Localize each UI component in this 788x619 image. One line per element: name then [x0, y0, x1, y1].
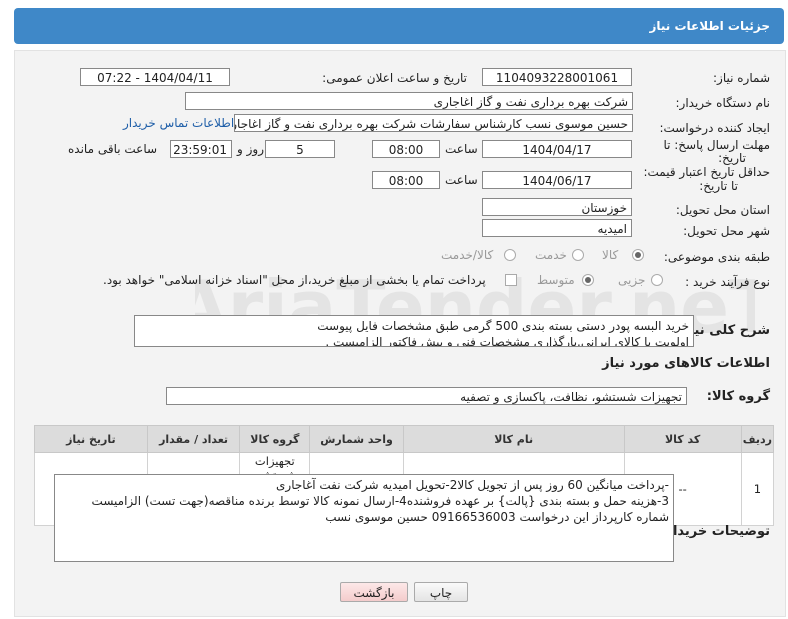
city-field[interactable]: امیدیه [482, 219, 632, 237]
column-header: گروه کالا [239, 425, 311, 453]
row-number-cell: 1 [740, 452, 775, 526]
goods-info-title: اطلاعات کالاهای مورد نیاز [602, 356, 770, 371]
province-field[interactable]: خوزستان [482, 198, 632, 216]
treasury-payment-note: پرداخت تمام یا بخشی از مبلغ خرید،از محل … [103, 273, 486, 287]
column-header: تعداد / مقدار [146, 425, 241, 453]
column-header: نام کالا [402, 425, 625, 453]
category-label: طبقه بندی موضوعی: [663, 250, 770, 264]
remaining-days-field[interactable]: 5 [265, 140, 335, 158]
page-header: جزئیات اطلاعات نیاز [14, 8, 784, 44]
process-minor-radio[interactable] [651, 274, 663, 286]
category-goods-label: کالا [602, 248, 619, 262]
category-goods-service-radio[interactable] [504, 249, 516, 261]
column-header: واحد شمارش [309, 425, 404, 453]
print-button[interactable]: چاپ [414, 582, 468, 602]
creator-field[interactable]: حسین موسوی نسب کارشناس سفارشات شرکت بهره… [234, 114, 633, 132]
announce-datetime-field[interactable]: 1404/04/11 - 07:22 [80, 68, 230, 86]
reply-time-label: ساعت [445, 142, 478, 156]
column-header: ردیف [740, 425, 775, 453]
city-label: شهر محل تحویل: [683, 224, 770, 238]
need-details-page: جزئیات اطلاعات نیاز AriaTender.neT شماره… [0, 0, 788, 619]
creator-label: ایجاد کننده درخواست: [659, 121, 770, 135]
reply-deadline-label: مهلت ارسال پاسخ: تا [663, 138, 770, 152]
table-header-row: ردیف کد کالا نام کالا واحد شمارش گروه کا… [34, 425, 775, 453]
page-title: جزئیات اطلاعات نیاز [649, 19, 770, 33]
need-number-field[interactable]: 1104093228001061 [482, 68, 632, 86]
category-goods-service-label: کالا/خدمت [441, 248, 494, 262]
buyer-notes-textarea[interactable]: -پرداخت میانگین 60 روز پس از تجویل کالا2… [54, 474, 674, 562]
buyer-org-field[interactable]: شرکت بهره برداری نفت و گاز اغاجاری [185, 92, 633, 110]
process-minor-label: جزیی [618, 273, 646, 287]
reply-deadline-label-2: تاریخ: [718, 151, 746, 165]
price-validity-label: حداقل تاریخ اعتبار قیمت: [643, 165, 770, 179]
validity-date-field[interactable]: 1404/06/17 [482, 171, 632, 189]
buyer-org-label: نام دستگاه خریدار: [675, 96, 771, 110]
buyer-notes-line: -پرداخت میانگین 60 روز پس از تجویل کالا2… [276, 478, 669, 492]
remaining-time-field[interactable]: 23:59:01 [170, 140, 232, 158]
description-line: اولویت با کالای ایرانی.بارگذاری مشخصات ف… [325, 335, 689, 347]
price-validity-label-2: تا تاریخ: [699, 179, 738, 193]
validity-time-label: ساعت [445, 173, 478, 187]
days-label: روز و [237, 142, 264, 156]
category-goods-radio[interactable] [632, 249, 644, 261]
column-header: تاریخ نیاز [34, 425, 148, 453]
reply-time-field[interactable]: 08:00 [372, 140, 440, 158]
category-service-radio[interactable] [572, 249, 584, 261]
back-button[interactable]: بازگشت [340, 582, 408, 602]
buyer-notes-line: 3-هزینه حمل و بسته بندی {پالت} بر عهده ف… [91, 494, 669, 508]
process-label: نوع فرآیند خرید : [685, 275, 770, 289]
description-line: خرید البسه پودر دستی بسته بندی 500 گرمی … [317, 319, 689, 333]
province-label: استان محل تحویل: [675, 203, 770, 217]
category-service-label: خدمت [535, 248, 567, 262]
column-header: کد کالا [623, 425, 742, 453]
announce-datetime-label: تاریخ و ساعت اعلان عمومی: [322, 71, 467, 85]
treasury-payment-checkbox[interactable] [505, 274, 517, 286]
need-number-label: شماره نیاز: [713, 71, 770, 85]
remaining-time-label: ساعت باقی مانده [68, 142, 158, 156]
buyer-notes-label: توضیحات خریدار: [660, 524, 770, 539]
goods-group-label: گروه کالا: [706, 389, 770, 404]
reply-date-field[interactable]: 1404/04/17 [482, 140, 632, 158]
process-medium-radio[interactable] [582, 274, 594, 286]
description-textarea[interactable]: خرید البسه پودر دستی بسته بندی 500 گرمی … [134, 315, 694, 347]
validity-time-field[interactable]: 08:00 [372, 171, 440, 189]
buyer-contact-link[interactable]: اطلاعات تماس خریدار [123, 116, 234, 130]
goods-group-field[interactable]: تجهیزات شستشو، نظافت، پاکسازی و تصفیه [166, 387, 687, 405]
buyer-notes-line: شماره کارپرداز این درخواست 09166536003 ح… [325, 510, 669, 524]
process-medium-label: متوسط [537, 273, 575, 287]
